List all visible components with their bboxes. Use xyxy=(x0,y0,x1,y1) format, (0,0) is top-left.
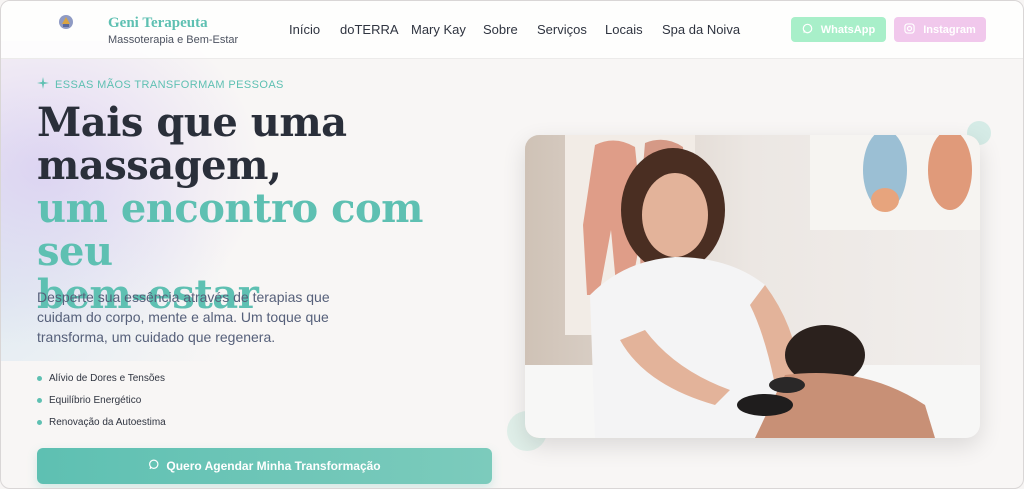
chat-bubble-icon xyxy=(148,459,159,473)
site-header: Geni Terapeuta Massoterapia e Bem-Estar … xyxy=(1,1,1023,59)
therapist-massage-photo xyxy=(525,135,980,438)
brand-subtitle: Massoterapia e Bem-Estar xyxy=(108,34,239,46)
hero-title-line-2: massagem, xyxy=(37,142,282,189)
page-frame: Geni Terapeuta Massoterapia e Bem-Estar … xyxy=(0,0,1024,489)
instagram-icon xyxy=(904,22,915,37)
benefit-text: Renovação da Autoestima xyxy=(49,416,166,428)
benefit-text: Equilíbrio Energético xyxy=(49,394,142,406)
bullet-dot xyxy=(37,375,42,381)
schedule-cta-label: Quero Agendar Minha Transformação xyxy=(166,459,381,473)
emblem-icon[interactable] xyxy=(57,13,75,31)
whatsapp-label: WhatsApp xyxy=(820,23,876,36)
hero-tagline-text: Essas mãos transformam pessoas xyxy=(55,78,284,91)
whatsapp-icon xyxy=(802,23,813,37)
nav-sobre[interactable]: Sobre xyxy=(483,22,518,37)
brand-name[interactable]: Geni Terapeuta xyxy=(108,15,208,32)
nav-mary-kay[interactable]: Mary Kay xyxy=(411,22,466,37)
benefit-item: Renovação da Autoestima xyxy=(37,411,166,433)
hero-title: Mais que uma massagem, um encontro com s… xyxy=(37,101,497,316)
schedule-cta-button[interactable]: Quero Agendar Minha Transformação xyxy=(37,448,492,484)
hero-description: Desperte sua essência através de terapia… xyxy=(37,289,330,345)
nav-inicio[interactable]: Início xyxy=(289,22,320,37)
benefit-item: Alívio de Dores e Tensões xyxy=(37,367,166,389)
benefit-list: Alívio de Dores e Tensões Equilíbrio Ene… xyxy=(37,367,166,433)
nav-locais[interactable]: Locais xyxy=(605,22,643,37)
hero-title-line-1: Mais que uma xyxy=(37,99,347,146)
bullet-dot xyxy=(37,397,42,403)
hero-tagline: Essas mãos transformam pessoas xyxy=(37,77,284,92)
instagram-label: Instagram xyxy=(923,23,976,36)
instagram-button[interactable]: Instagram xyxy=(894,17,986,42)
nav-servicos[interactable]: Serviços xyxy=(537,22,587,37)
whatsapp-button[interactable]: WhatsApp xyxy=(791,17,886,42)
nav-spa-da-noiva[interactable]: Spa da Noiva xyxy=(662,22,740,37)
bullet-dot xyxy=(37,419,42,425)
nav-doterra[interactable]: doTERRA xyxy=(340,22,399,37)
benefit-text: Alívio de Dores e Tensões xyxy=(49,372,165,384)
benefit-item: Equilíbrio Energético xyxy=(37,389,166,411)
hero-title-line-3: um encontro com seu xyxy=(37,185,424,275)
sparkle-icon xyxy=(37,77,49,92)
